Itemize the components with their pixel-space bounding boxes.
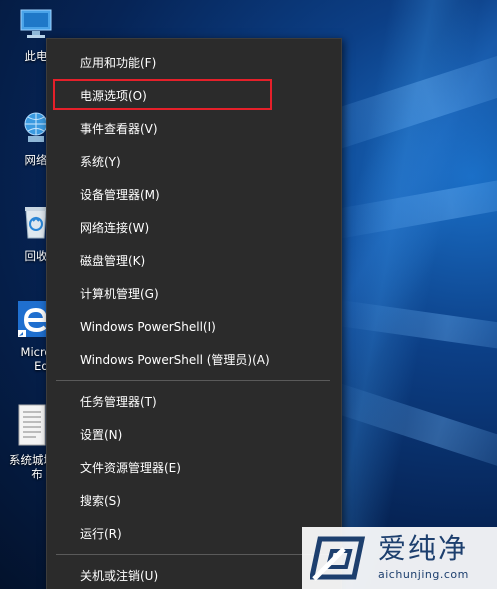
- menu-separator: [56, 380, 330, 381]
- menu-separator: [56, 554, 330, 555]
- menu-item-computer-management[interactable]: 计算机管理(G): [47, 280, 341, 308]
- menu-item-task-manager[interactable]: 任务管理器(T): [47, 388, 341, 416]
- menu-item-powershell[interactable]: Windows PowerShell(I): [47, 313, 341, 341]
- site-watermark: 爱纯净 aichunjing.com: [302, 527, 497, 589]
- menu-item-shutdown-signout[interactable]: 关机或注销(U): [47, 562, 341, 589]
- menu-item-settings[interactable]: 设置(N): [47, 421, 341, 449]
- menu-item-system[interactable]: 系统(Y): [47, 148, 341, 176]
- desktop-icon-label: 此电: [24, 49, 48, 63]
- menu-item-search[interactable]: 搜索(S): [47, 487, 341, 515]
- watermark-title: 爱纯净: [378, 532, 469, 565]
- light-beam: [336, 300, 497, 357]
- winx-context-menu: 应用和功能(F) 电源选项(O) 事件查看器(V) 系统(Y) 设备管理器(M)…: [46, 38, 342, 589]
- menu-item-network-connections[interactable]: 网络连接(W): [47, 214, 341, 242]
- menu-item-run[interactable]: 运行(R): [47, 520, 341, 548]
- menu-item-disk-management[interactable]: 磁盘管理(K): [47, 247, 341, 275]
- menu-item-apps-features[interactable]: 应用和功能(F): [47, 49, 341, 77]
- menu-item-file-explorer[interactable]: 文件资源管理器(E): [47, 454, 341, 482]
- light-beam: [330, 168, 497, 240]
- watermark-logo-icon: [308, 535, 368, 581]
- desktop-icon-label: 网络: [24, 153, 48, 167]
- watermark-url: aichunjing.com: [378, 568, 469, 581]
- desktop-icon-label: 回收: [24, 249, 48, 263]
- menu-item-event-viewer[interactable]: 事件查看器(V): [47, 115, 341, 143]
- power-options-highlight-box: [53, 79, 272, 110]
- menu-item-device-manager[interactable]: 设备管理器(M): [47, 181, 341, 209]
- light-beam: [320, 380, 497, 483]
- menu-item-powershell-admin[interactable]: Windows PowerShell (管理员)(A): [47, 346, 341, 374]
